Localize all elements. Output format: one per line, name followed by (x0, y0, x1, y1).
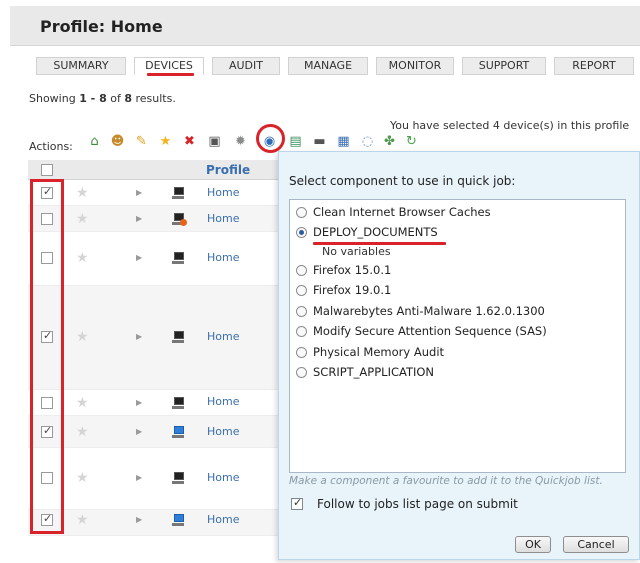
desktop-icon (171, 252, 185, 264)
tab-manage[interactable]: MANAGE (288, 57, 368, 75)
users-icon[interactable]: ☻ (110, 134, 125, 149)
table-row: ★ ▶ Home (28, 232, 280, 286)
expand-arrow-icon[interactable]: ▶ (136, 398, 142, 407)
home-icon[interactable]: ⌂ (87, 134, 102, 149)
pencil-icon[interactable]: ✎ (134, 134, 149, 149)
table-row: ★ ▶ Home (28, 510, 280, 536)
table-row: ★ ▶ Home (28, 180, 280, 206)
star-icon[interactable]: ★ (158, 134, 173, 149)
devices-tab-annotation (147, 73, 194, 76)
component-list[interactable]: Clean Internet Browser Caches DEPLOY_DOC… (289, 199, 626, 473)
expand-arrow-icon[interactable]: ▶ (136, 253, 142, 262)
expand-arrow-icon[interactable]: ▶ (136, 473, 142, 482)
component-option[interactable]: Modify Secure Attention Sequence (SAS) (296, 323, 547, 339)
tab-audit[interactable]: AUDIT (212, 57, 280, 75)
profile-link[interactable]: Home (207, 425, 239, 438)
favourite-star-icon[interactable]: ★ (76, 513, 89, 527)
table-row: ★ ▶ Home (28, 286, 280, 390)
profile-column-header[interactable]: Profile (206, 163, 250, 177)
tools-icon[interactable]: ✤ (382, 134, 397, 149)
profile-link[interactable]: Home (207, 212, 239, 225)
profile-link[interactable]: Home (207, 251, 239, 264)
chat-icon[interactable]: ◌ (360, 134, 375, 149)
desktop-icon (171, 397, 185, 409)
expand-arrow-icon[interactable]: ▶ (136, 427, 142, 436)
follow-checkbox[interactable] (291, 496, 303, 510)
table-row: ★ ▶ Home (28, 206, 280, 232)
cancel-button[interactable]: Cancel (563, 536, 629, 553)
profile-link[interactable]: Home (207, 395, 239, 408)
favourite-hint: Make a component a favourite to add it t… (289, 475, 603, 487)
selection-message: You have selected 4 device(s) in this pr… (390, 119, 630, 132)
page-title: Profile: Home (40, 17, 163, 36)
radio-button[interactable] (296, 325, 307, 337)
profile-link[interactable]: Home (207, 186, 239, 199)
component-option[interactable]: Malwarebytes Anti-Malware 1.62.0.1300 (296, 303, 545, 319)
radio-button[interactable] (296, 206, 307, 218)
favourite-star-icon[interactable]: ★ (76, 330, 89, 344)
results-count: Showing 1 - 8 of 8 results. (29, 92, 176, 105)
desktop-icon (171, 187, 185, 199)
expand-arrow-icon[interactable]: ▶ (136, 214, 142, 223)
quick-job-dialog: Select component to use in quick job: Cl… (278, 151, 640, 560)
profile-link[interactable]: Home (207, 471, 239, 484)
tab-summary[interactable]: SUMMARY (36, 57, 126, 75)
radio-button[interactable] (296, 305, 307, 317)
table-header: Profile (28, 160, 280, 180)
favourite-star-icon[interactable]: ★ (76, 186, 89, 200)
component-option[interactable]: Physical Memory Audit (296, 344, 444, 360)
device-table: Profile ★ ▶ Home ★ ▶ Home ★ ▶ Home ★ ▶ H… (28, 160, 280, 543)
table-row: ★ ▶ Home (28, 416, 280, 448)
follow-option: Follow to jobs list page on submit (291, 496, 518, 511)
table-row: ★ ▶ Home (28, 390, 280, 416)
desktop-alert-icon (171, 213, 187, 226)
tab-monitor[interactable]: MONITOR (376, 57, 454, 75)
laptop-icon (171, 331, 185, 343)
favourite-star-icon[interactable]: ★ (76, 251, 89, 265)
radio-button-selected[interactable] (296, 226, 307, 238)
desktop-online-icon (171, 514, 185, 526)
page-header: Profile: Home (10, 6, 640, 46)
no-variables-note: No variables (322, 245, 391, 258)
component-option[interactable]: SCRIPT_APPLICATION (296, 364, 434, 380)
tab-support[interactable]: SUPPORT (462, 57, 546, 75)
desktop-icon (171, 472, 185, 484)
lock-icon[interactable]: ▣ (207, 134, 222, 149)
component-option[interactable]: Clean Internet Browser Caches (296, 204, 491, 220)
expand-arrow-icon[interactable]: ▶ (136, 188, 142, 197)
component-option[interactable]: DEPLOY_DOCUMENTS (296, 224, 438, 240)
component-option[interactable]: Firefox 19.0.1 (296, 282, 391, 298)
favourite-star-icon[interactable]: ★ (76, 212, 89, 226)
script-icon[interactable]: ▤ (288, 134, 303, 149)
tab-report[interactable]: REPORT (554, 57, 634, 75)
component-option[interactable]: Firefox 15.0.1 (296, 262, 391, 278)
favourite-star-icon[interactable]: ★ (76, 471, 89, 485)
radio-button[interactable] (296, 284, 307, 296)
select-all-checkbox[interactable] (41, 164, 53, 176)
radio-button[interactable] (296, 264, 307, 276)
quick-job-annotation (256, 124, 285, 153)
monitor-icon[interactable]: ▬ (312, 134, 327, 149)
table-row: ★ ▶ Home (28, 448, 280, 510)
refresh-icon[interactable]: ↻ (404, 134, 419, 149)
expand-arrow-icon[interactable]: ▶ (136, 332, 142, 341)
ok-button[interactable]: OK (515, 536, 551, 553)
expand-arrow-icon[interactable]: ▶ (136, 515, 142, 524)
delete-icon[interactable]: ✖ (182, 134, 197, 149)
actions-label: Actions: (29, 140, 73, 153)
radio-button[interactable] (296, 346, 307, 358)
patch-icon[interactable]: ▦ (336, 134, 351, 149)
profile-link[interactable]: Home (207, 513, 239, 526)
follow-label: Follow to jobs list page on submit (317, 497, 518, 511)
settings-icon[interactable]: ✹ (233, 134, 248, 149)
dialog-heading: Select component to use in quick job: (289, 174, 516, 188)
profile-link[interactable]: Home (207, 330, 239, 343)
radio-button[interactable] (296, 366, 307, 378)
checkbox-column-annotation (30, 179, 64, 534)
favourite-star-icon[interactable]: ★ (76, 425, 89, 439)
desktop-online-icon (171, 426, 185, 438)
favourite-star-icon[interactable]: ★ (76, 396, 89, 410)
